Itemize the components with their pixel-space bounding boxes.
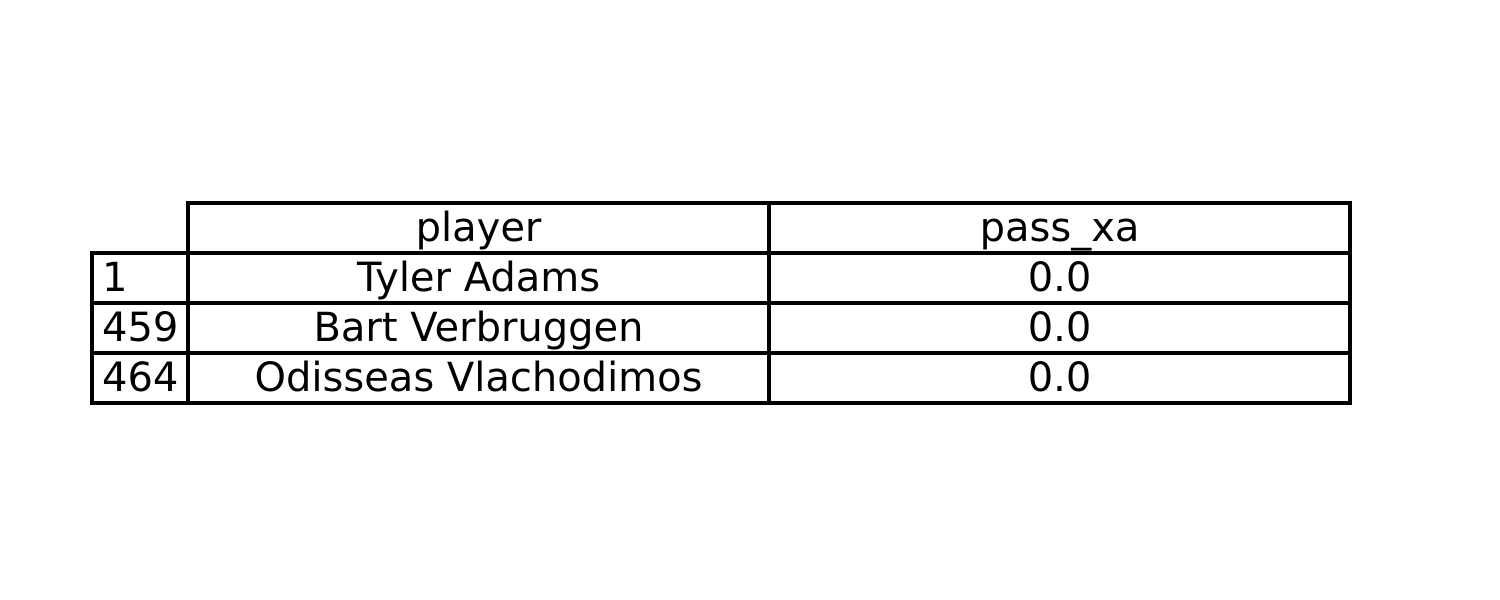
row-index-label: 464: [102, 355, 178, 401]
player-name: Bart Verbruggen: [313, 305, 643, 351]
player-name: Odisseas Vlachodimos: [255, 355, 703, 401]
pass-xa-value: 0.0: [1028, 305, 1092, 351]
data-table: player pass_xa 1 Tyler Adams 0.0 459 Bart Verb…: [90, 201, 1352, 405]
row-index-label: 1: [102, 255, 127, 301]
player-name: Tyler Adams: [356, 255, 600, 301]
pass-xa-value: 0.0: [1028, 255, 1092, 301]
row-index-label: 459: [102, 305, 178, 351]
pass-xa-value: 0.0: [1028, 355, 1092, 401]
column-header: player: [416, 205, 542, 251]
column-header: pass_xa: [980, 205, 1140, 251]
